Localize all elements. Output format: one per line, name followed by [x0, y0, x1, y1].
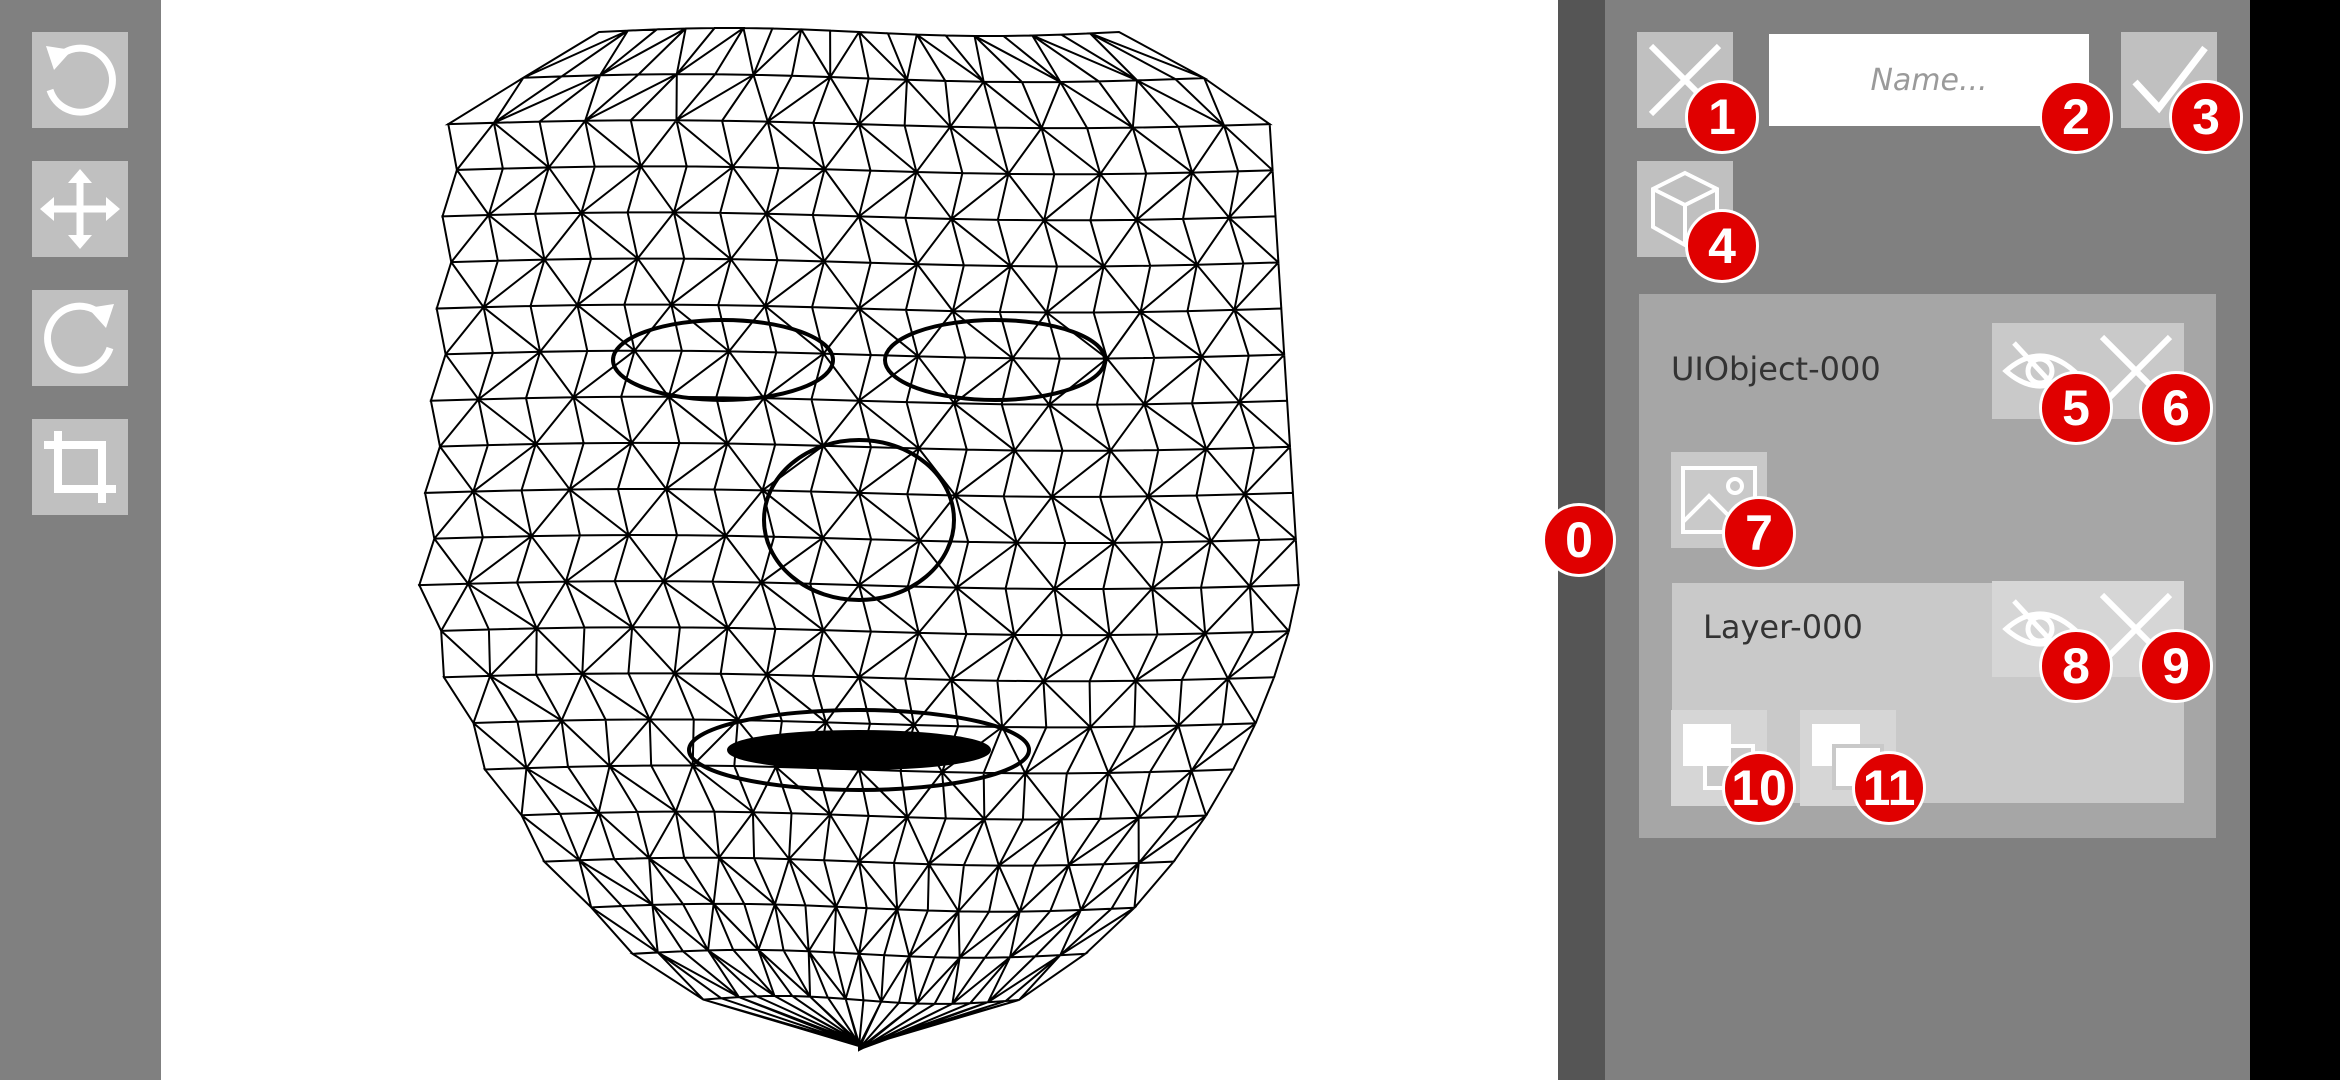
move-arrows-icon [40, 169, 120, 249]
badge-6: 6 [2139, 371, 2213, 445]
badge-10: 10 [1722, 751, 1796, 825]
badge-1: 1 [1685, 80, 1759, 154]
left-toolbar [0, 0, 161, 1080]
editor-canvas[interactable] [161, 0, 1558, 1080]
left-eye-outline [611, 318, 835, 402]
layer-name-label: Layer-000 [1703, 608, 1863, 646]
badge-2: 2 [2039, 80, 2113, 154]
rotate-ccw-button[interactable] [32, 32, 128, 128]
badge-9: 9 [2139, 629, 2213, 703]
crop-icon [44, 431, 116, 503]
mesh-lines [417, 27, 1300, 1052]
mouth-fill [727, 730, 991, 770]
badge-7: 7 [1722, 496, 1796, 570]
badge-5: 5 [2039, 371, 2113, 445]
crop-button[interactable] [32, 419, 128, 515]
move-button[interactable] [32, 161, 128, 257]
nose-outline [762, 438, 956, 602]
object-name-label: UIObject-000 [1671, 350, 1881, 388]
rotate-cw-icon [44, 302, 114, 374]
badge-4: 4 [1685, 209, 1759, 283]
rotate-ccw-icon [46, 44, 116, 116]
badge-8: 8 [2039, 629, 2113, 703]
badge-0: 0 [1542, 503, 1616, 577]
face-wireframe-mesh [417, 27, 1300, 1052]
badge-3: 3 [2169, 80, 2243, 154]
badge-11: 11 [1852, 751, 1926, 825]
screen-edge [2250, 0, 2340, 1080]
rotate-cw-button[interactable] [32, 290, 128, 386]
